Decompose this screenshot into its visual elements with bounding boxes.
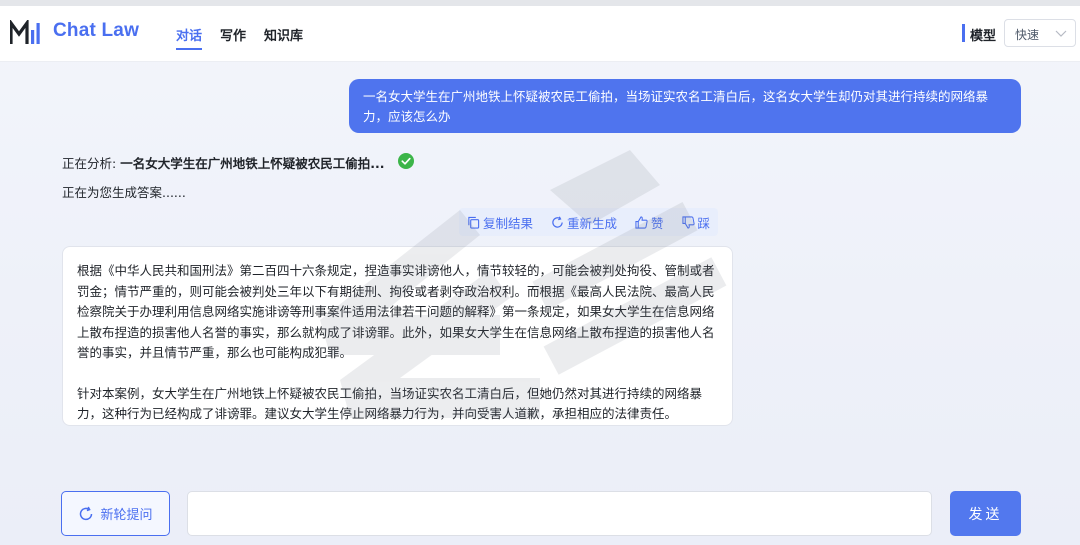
answer-paragraph: 针对本案例，女大学生在广州地铁上怀疑被农民工偷拍，当场证实农名工清白后，但她仍然…	[77, 385, 703, 422]
main-nav: 对话 写作 知识库	[176, 25, 321, 50]
model-label: 模型	[970, 29, 997, 44]
user-message-bubble: 一名女大学生在广州地铁上怀疑被农民工偷拍，当场证实农名工清白后，这名女大学生却仍…	[349, 79, 1021, 133]
new-question-label: 新轮提问	[100, 508, 153, 523]
refresh-icon	[80, 506, 93, 520]
copy-icon	[468, 216, 480, 229]
nav-tab-writing[interactable]: 写作	[220, 25, 246, 49]
regenerate-label: 重新生成	[567, 215, 618, 231]
thumbs-down-icon	[681, 215, 695, 229]
chatlaw-logo-icon	[10, 20, 40, 44]
copy-result-label: 复制结果	[483, 215, 534, 231]
copy-result-button[interactable]: 复制结果	[467, 213, 533, 232]
send-button[interactable]: 发送	[950, 491, 1021, 536]
analyzing-status: 正在分析: 一名女大学生在广州地铁上怀疑被农民工偷拍...	[62, 153, 384, 172]
analyzing-label: 正在分析:	[62, 156, 117, 171]
top-header: Chat Law 对话 写作 知识库 模型 快速	[0, 6, 1080, 62]
answer-paragraph: 根据《中华人民共和国刑法》第二百四十六条规定，捏造事实诽谤他人，情节较轻的，可能…	[77, 263, 715, 360]
refresh-icon	[552, 215, 563, 228]
answer-actions: 复制结果 重新生成 赞 踩	[459, 208, 719, 236]
model-select-value: 快速	[1015, 28, 1040, 42]
new-question-button[interactable]: 新轮提问	[61, 491, 170, 536]
regenerate-button[interactable]: 重新生成	[551, 213, 617, 232]
like-label: 赞	[651, 215, 664, 231]
brand-name: Chat Law	[53, 20, 140, 41]
thumbs-up-icon	[635, 215, 648, 229]
dislike-button[interactable]: 踩	[681, 213, 711, 232]
chevron-down-icon	[1055, 30, 1067, 37]
model-accent-bar	[962, 24, 965, 42]
check-circle-icon	[398, 153, 414, 169]
question-input[interactable]	[187, 491, 932, 536]
generating-status: 正在为您生成答案......	[62, 185, 186, 200]
like-button[interactable]: 赞	[635, 213, 664, 232]
dislike-label: 踩	[697, 215, 711, 231]
analyzing-query: 一名女大学生在广州地铁上怀疑被农民工偷拍...	[120, 156, 385, 171]
answer-card: 根据《中华人民共和国刑法》第二百四十六条规定，捏造事实诽谤他人，情节较轻的，可能…	[62, 246, 733, 426]
nav-tab-knowledge-base[interactable]: 知识库	[264, 25, 303, 49]
nav-tab-chat[interactable]: 对话	[176, 25, 203, 50]
model-select[interactable]: 快速	[1004, 19, 1076, 47]
